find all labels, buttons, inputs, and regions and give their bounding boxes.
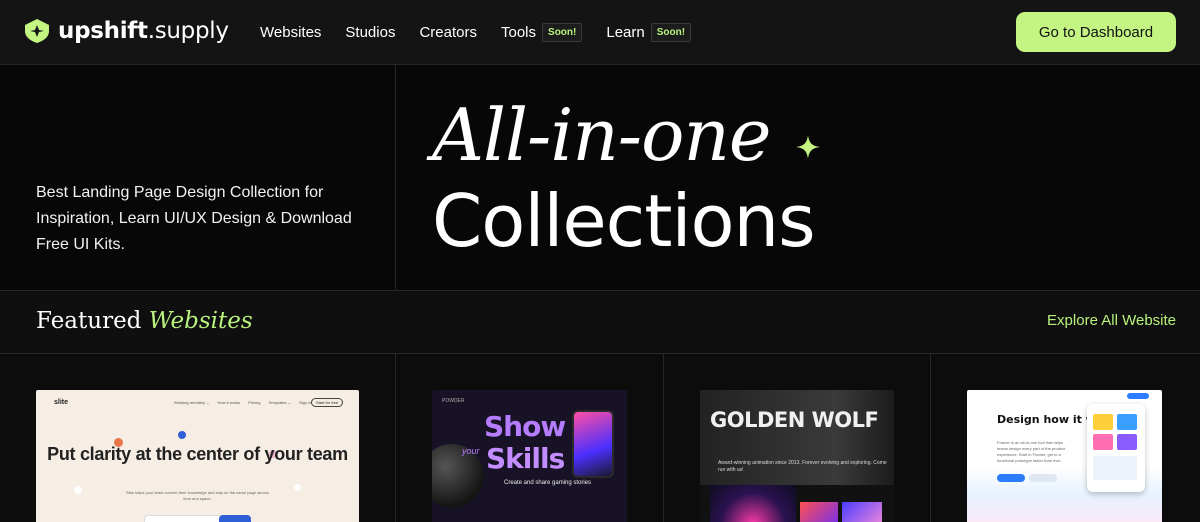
card-headline: GOLDEN WOLF [710,408,879,432]
go-to-dashboard-button[interactable]: Go to Dashboard [1016,12,1176,52]
card-thumbnail [710,485,796,522]
brand-name: upshift.supply [58,18,229,44]
featured-header: Featured Websites Explore All Website [0,291,1200,354]
brand-logo[interactable]: upshift.supply [24,18,229,44]
nav-link-tools[interactable]: Tools Soon! [501,22,583,42]
explore-all-website-link[interactable]: Explore All Website [1047,312,1176,329]
column-divider [930,354,931,522]
nav-links: Websites Studios Creators Tools Soon! Lea… [260,0,715,64]
website-card-slite[interactable]: slite Working remotely ⌄ How it works Pric… [36,390,359,522]
card-headline-small: your [462,446,480,456]
top-navbar: upshift.supply Websites Studios Creators… [0,0,1200,65]
website-card-powder[interactable]: POWDER Show your Skills Create and share… [432,390,627,522]
card-caption: Create and share gaming stories [504,480,592,486]
hero-tagline: Best Landing Page Design Collection for … [36,184,352,253]
card-nav: Working remotely ⌄ How it works Pricing Tem… [174,400,312,405]
soon-badge: Soon! [650,22,692,42]
card-headline-word2: Skills [486,442,565,475]
card-headline-word1: Show [484,410,566,443]
card-email-input [144,515,222,522]
card-cta [1127,393,1149,399]
avatar [178,431,186,439]
sparkle-icon [796,135,820,159]
nav-link-studios[interactable]: Studios [345,24,395,41]
brand-mark-icon [25,19,49,43]
card-headline: Put clarity at the center of your team [47,444,348,464]
website-card-golden-wolf[interactable]: GOLDEN WOLF Award-winning animation sinc… [700,390,894,522]
card-cta: Start for free [311,398,344,407]
card-secondary-button [1029,474,1057,482]
column-divider [663,354,664,522]
soon-badge: Soon! [542,22,583,42]
nav-link-learn[interactable]: Learn Soon! [606,22,692,42]
card-thumbnail [800,502,838,522]
page: upshift.supply Websites Studios Creators… [0,0,1200,522]
avatar [294,484,301,491]
hero-heading-line1: All-in-one [432,93,771,177]
hero-heading-line2: Collections [432,179,816,263]
card-subtext: Framer is an all-in-one tool that helps … [997,440,1066,463]
card-primary-button [997,474,1025,482]
card-thumbnail [842,502,882,522]
card-start-button [219,515,251,522]
hero-section: Best Landing Page Design Collection for … [0,65,1200,291]
avatar [74,486,82,494]
nav-link-websites[interactable]: Websites [260,24,321,41]
card-logo: POWDER [442,398,465,404]
website-card-framer[interactable]: Design how it works. Framer is an all-in… [967,390,1162,522]
nav-link-creators[interactable]: Creators [419,24,477,41]
card-device-image [1087,404,1145,492]
card-subtext: Slite helps your team convert their know… [126,490,269,501]
hero-divider [395,65,396,290]
card-phone-image [572,410,614,478]
card-logo: slite [54,399,69,406]
featured-cards: slite Working remotely ⌄ How it works Pric… [0,354,1200,522]
column-divider [395,354,396,522]
featured-title: Featured Websites [36,308,253,334]
card-caption: Award-winning animation since 2013. Fore… [718,460,887,473]
